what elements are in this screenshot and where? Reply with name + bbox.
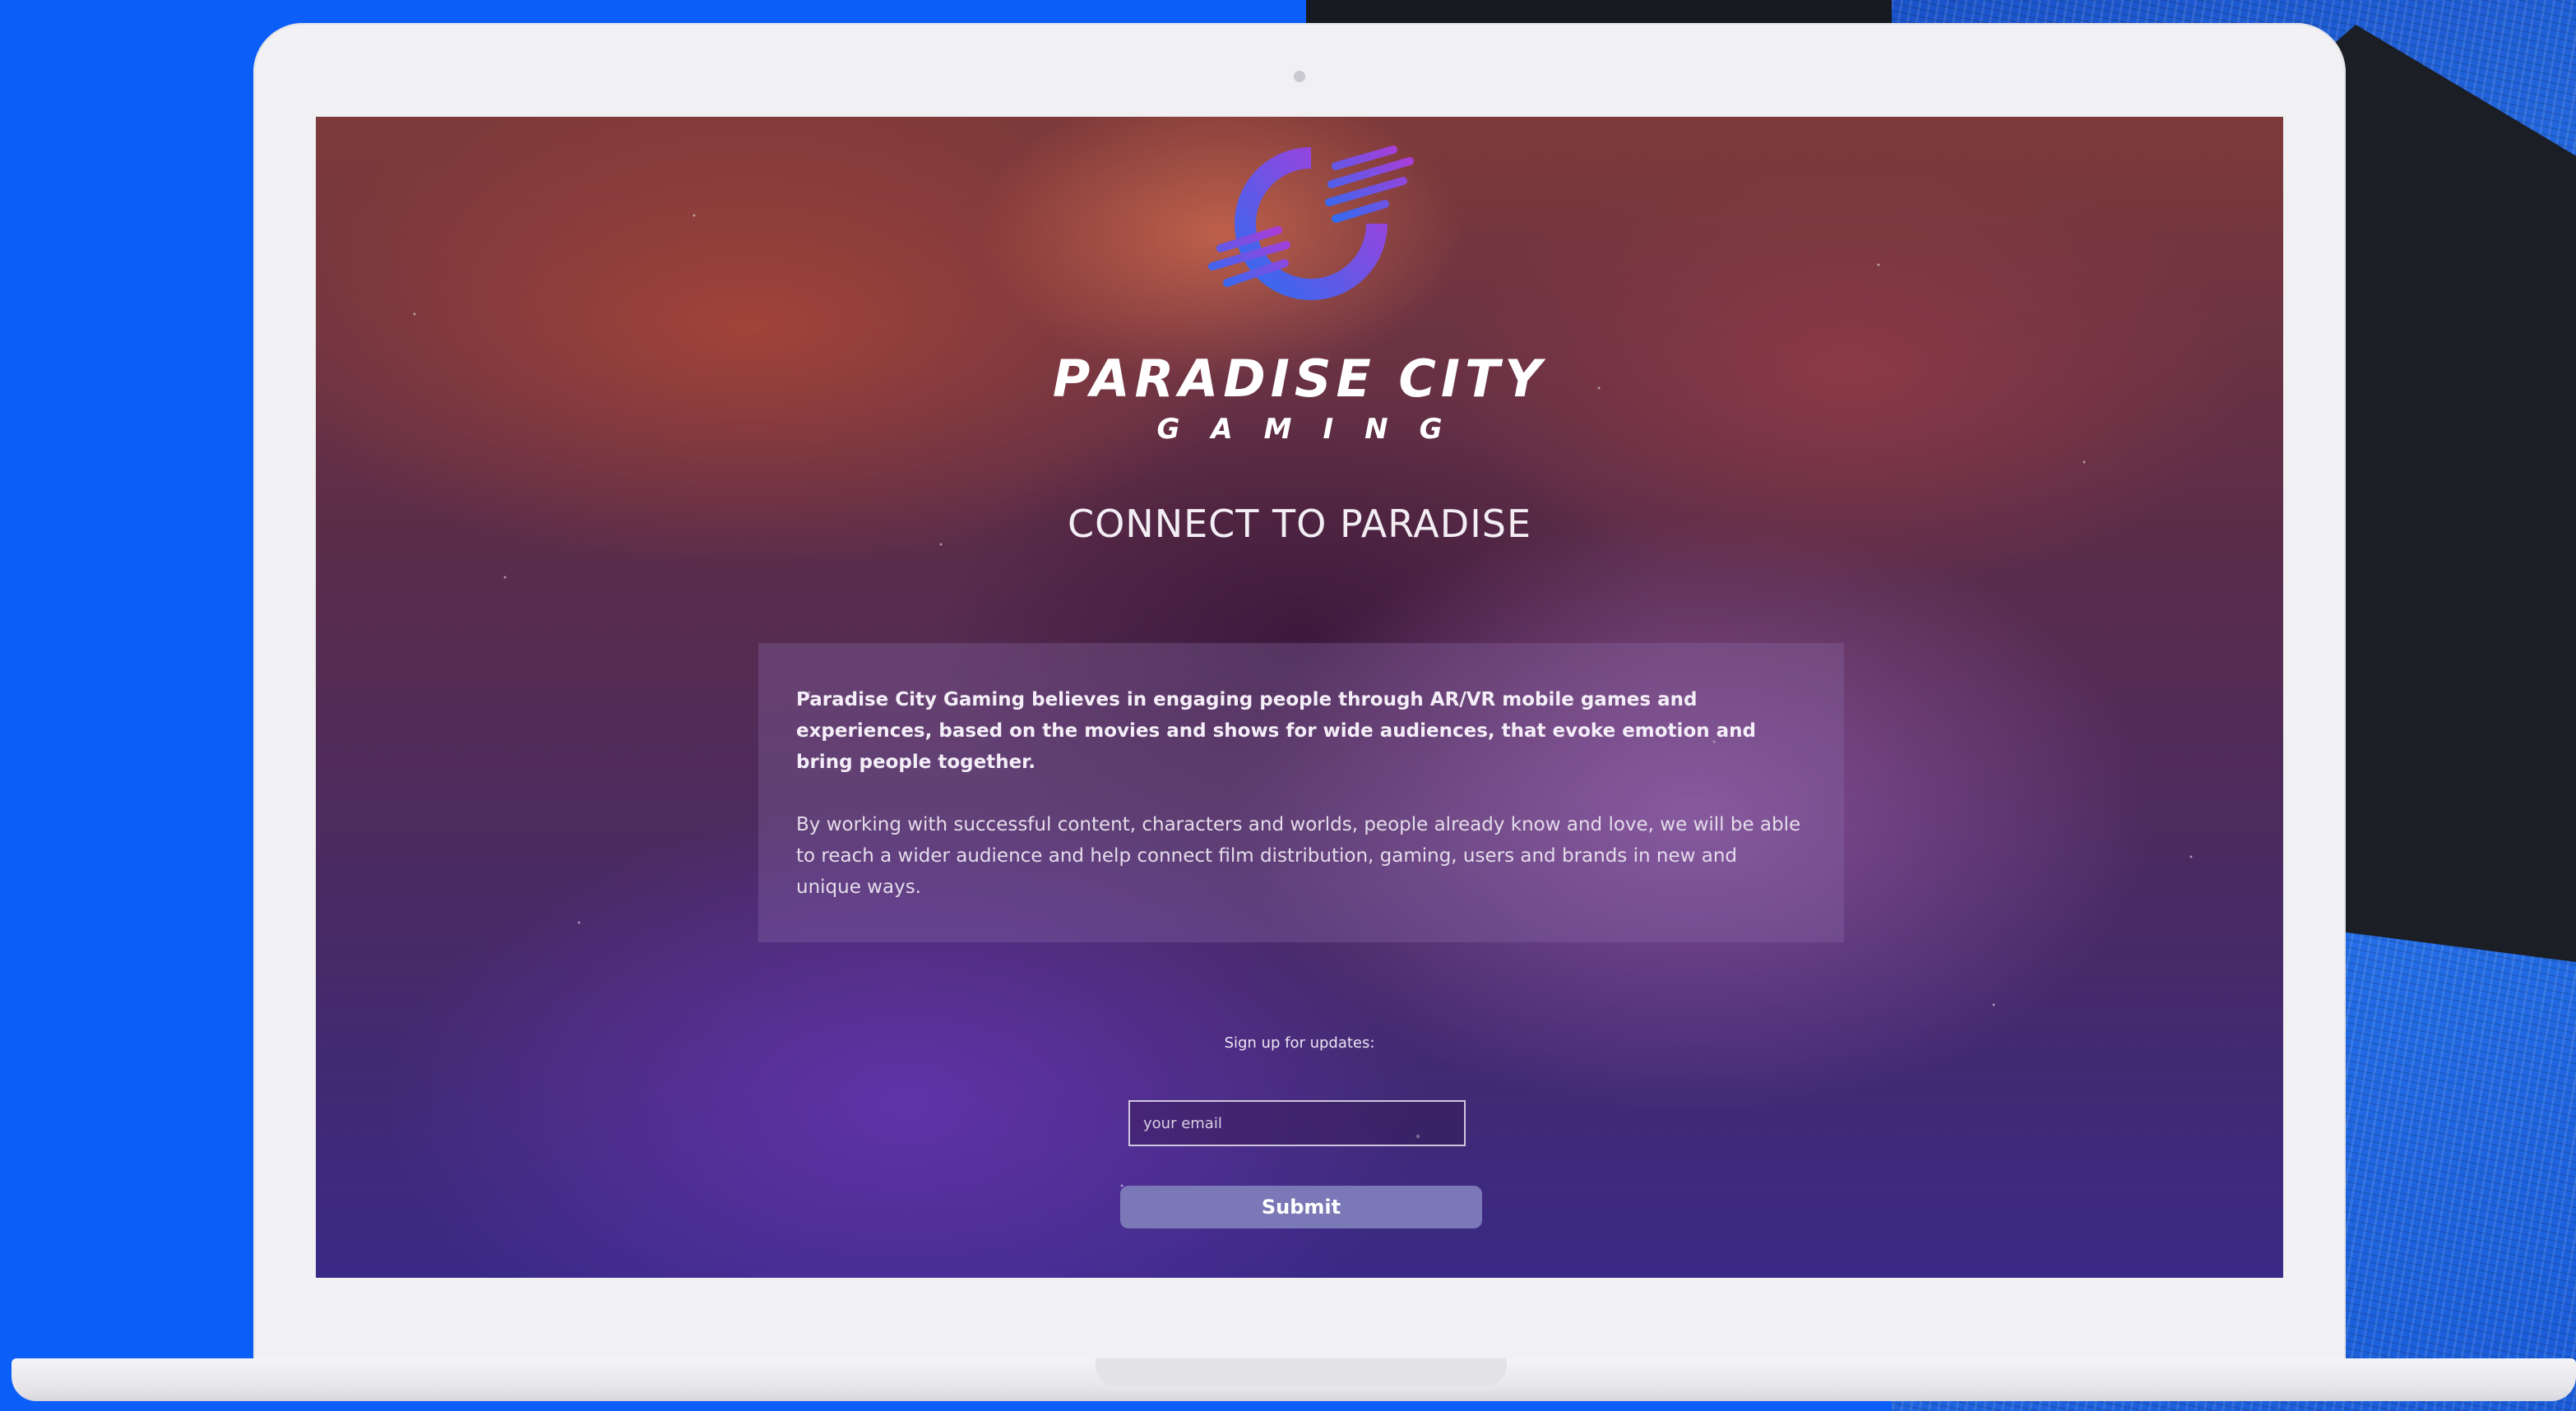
info-paragraph-bold: Paradise City Gaming believes in engagin… (796, 689, 1756, 773)
laptop-trackpad-notch (1096, 1358, 1507, 1386)
webcam-icon (1294, 71, 1305, 82)
signup-label: Sign up for updates: (1224, 1034, 1375, 1052)
laptop-screen: PARADISE CITY GAMING CONNECT TO PARADISE… (316, 117, 2283, 1278)
brand-title: PARADISE CITY (1052, 349, 1547, 409)
email-input[interactable] (1128, 1100, 1466, 1146)
info-paragraph: By working with successful content, char… (796, 814, 1801, 898)
paradise-city-logo-icon (1208, 146, 1414, 300)
info-card: Paradise City Gaming believes in engagin… (758, 643, 1844, 942)
submit-button[interactable]: Submit (1120, 1186, 1482, 1228)
page-headline: CONNECT TO PARADISE (1067, 502, 1532, 546)
brand-subtitle: GAMING (1156, 413, 1474, 446)
